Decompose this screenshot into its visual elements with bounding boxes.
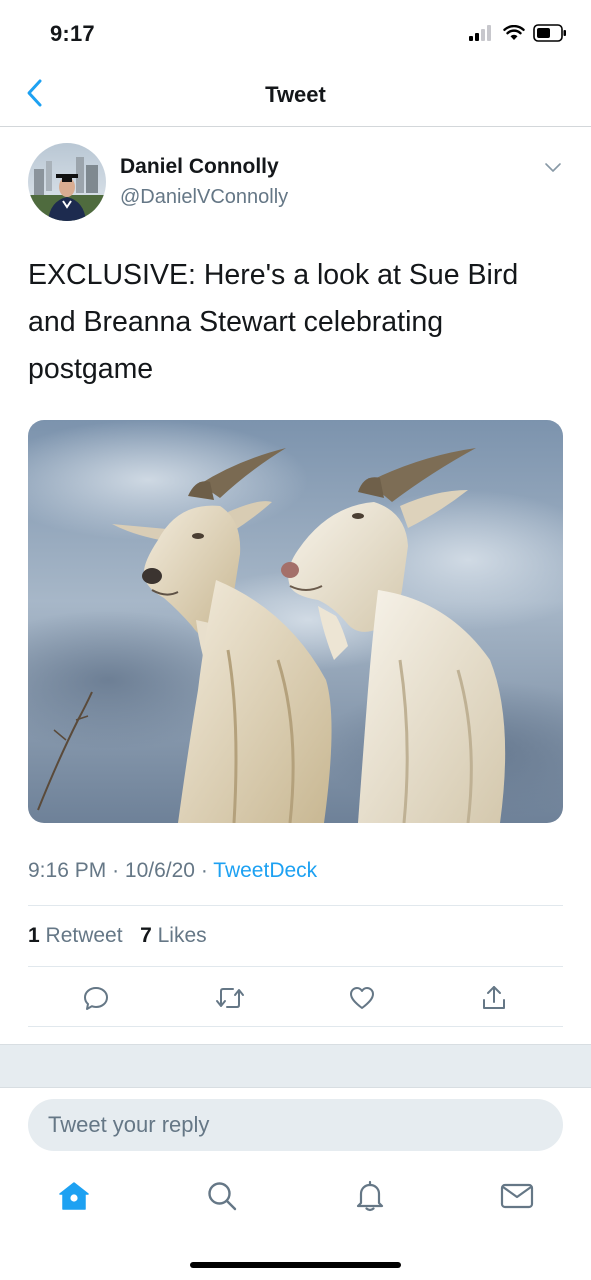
- like-label: Likes: [157, 924, 207, 947]
- page-title: Tweet: [265, 82, 326, 107]
- status-icons: [469, 24, 567, 47]
- like-button[interactable]: [344, 982, 380, 1018]
- author-name[interactable]: Daniel Connolly: [120, 155, 279, 179]
- battery-icon: [533, 24, 567, 47]
- messages-icon: [500, 1182, 534, 1215]
- reply-icon: [82, 984, 110, 1017]
- tweet-options-button[interactable]: [540, 156, 566, 182]
- home-indicator[interactable]: [190, 1262, 401, 1268]
- like-icon: [348, 985, 376, 1016]
- retweets-stat[interactable]: 1 Retweet: [28, 924, 123, 947]
- reply-button[interactable]: [78, 982, 114, 1018]
- tweet-date: 10/6/20: [124, 859, 195, 882]
- search-icon: [206, 1180, 238, 1217]
- status-bar: 9:17: [0, 0, 591, 70]
- retweet-label: Retweet: [45, 924, 123, 947]
- like-count: 7: [140, 924, 152, 947]
- tab-bar: [0, 1160, 591, 1230]
- meta-separator: ·: [200, 859, 208, 882]
- author-handle[interactable]: @DanielVConnolly: [120, 186, 288, 209]
- retweet-icon: [215, 985, 245, 1016]
- tweet-meta: 9:16 PM · 10/6/20 · TweetDeck: [28, 859, 317, 883]
- tweet-media-image[interactable]: [28, 420, 563, 823]
- tab-messages[interactable]: [497, 1178, 537, 1218]
- wifi-icon: [503, 24, 525, 46]
- tweet-source-link[interactable]: TweetDeck: [213, 859, 317, 882]
- tweet-stats: 1 Retweet 7 Likes: [28, 924, 207, 948]
- tab-search[interactable]: [202, 1178, 242, 1218]
- tweet-actions: [28, 978, 563, 1024]
- status-time: 9:17: [50, 21, 95, 46]
- share-icon: [480, 984, 508, 1017]
- divider: [28, 905, 563, 906]
- tab-home[interactable]: [54, 1178, 94, 1218]
- retweet-count: 1: [28, 924, 40, 947]
- section-separator: [0, 1044, 591, 1088]
- nav-bar: Tweet: [0, 70, 591, 127]
- tweet-time: 9:16 PM: [28, 859, 107, 882]
- reply-input[interactable]: [28, 1099, 563, 1151]
- tab-notifications[interactable]: [350, 1178, 390, 1218]
- share-button[interactable]: [476, 982, 512, 1018]
- tweet-text: EXCLUSIVE: Here's a look at Sue Bird and…: [28, 259, 519, 385]
- meta-separator: ·: [112, 859, 120, 882]
- chevron-down-icon: [544, 160, 562, 178]
- likes-stat[interactable]: 7 Likes: [140, 924, 207, 947]
- home-icon: [58, 1181, 90, 1216]
- divider: [28, 966, 563, 967]
- notifications-icon: [355, 1180, 385, 1217]
- retweet-button[interactable]: [212, 982, 248, 1018]
- signal-icon: [469, 25, 495, 46]
- divider: [28, 1026, 563, 1027]
- avatar[interactable]: [28, 143, 106, 221]
